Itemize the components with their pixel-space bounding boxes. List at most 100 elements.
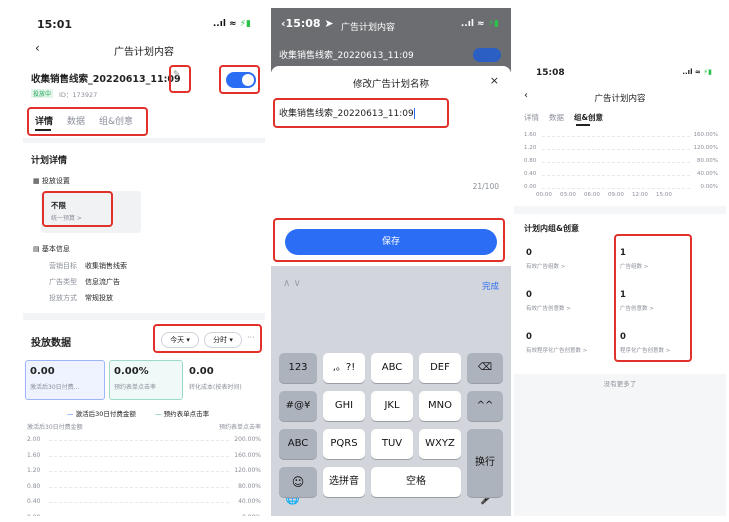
key[interactable]: ABC [279, 429, 317, 459]
right-tick: 80.00% [697, 158, 718, 164]
page-title: 广告计划内容 [114, 47, 174, 58]
right-tick: 120.00% [693, 145, 718, 151]
tab-data[interactable]: 数据 [549, 112, 564, 123]
cell-link[interactable]: 有效广告组数 > [526, 262, 565, 270]
left-tick: 2.00 [27, 436, 41, 443]
key[interactable]: MNO [419, 391, 461, 421]
gridline [49, 440, 229, 441]
phone-screen-detail: 15:01 ..ıl ≈ ⚡▮ ‹ 广告计划内容 收集销售线索_20220613… [23, 8, 265, 516]
info-key-0: 营销目标 [49, 262, 77, 270]
highlight-filters [153, 324, 262, 353]
x-tick: 15:00 [656, 192, 672, 198]
x-tick: 06:00 [584, 192, 600, 198]
metric-label-0: 激活后30日付费... [30, 384, 80, 391]
emoji-key[interactable]: ☺ [279, 467, 317, 497]
left-tick: 1.20 [27, 467, 41, 474]
plan-id: ID：173927 [59, 91, 98, 99]
cell-link[interactable]: 有效程序化广告创意数 > [526, 346, 587, 354]
key[interactable]: ,。?! [323, 353, 365, 383]
key[interactable]: ⌫ [467, 353, 503, 383]
gridline [542, 136, 690, 137]
info-val-1: 信息流广告 [85, 278, 120, 286]
highlight-save [273, 218, 505, 262]
x-tick: 03:00 [560, 192, 576, 198]
gridline [49, 502, 229, 503]
key[interactable]: ^^ [467, 391, 503, 421]
battery-icon: ⚡▮ [703, 68, 712, 76]
tab-detail[interactable]: 详情 [524, 112, 539, 123]
key[interactable]: GHI [323, 391, 365, 421]
data-title: 投放数据 [31, 338, 71, 349]
info-key-1: 广告类型 [49, 278, 77, 286]
cell-link[interactable]: 广告创意数 > [620, 304, 654, 312]
left-axis-title: 激活后30日付费金额 [27, 424, 83, 431]
key[interactable]: WXYZ [419, 429, 461, 459]
status-time: 15:01 [37, 18, 73, 31]
cell-value: 0 [620, 332, 626, 342]
status-badge: 投放中 [31, 89, 54, 98]
char-counter: 21/100 [472, 182, 499, 191]
battery-icon: ⚡▮ [487, 19, 499, 29]
plan-name: 收集销售线索_20220613_11:09 [31, 74, 181, 85]
basic-info-label: ▤ 基本信息 [33, 245, 70, 253]
status-icons: ..ıl ≈ ⚡▮ [682, 68, 712, 76]
key[interactable]: DEF [419, 353, 461, 383]
gridline [542, 188, 690, 189]
info-key-2: 投放方式 [49, 294, 77, 302]
tab-creative[interactable]: 组&创意 [574, 112, 603, 123]
bg-toggle [473, 48, 501, 62]
signal-icon: ..ıl ≈ [682, 68, 701, 76]
highlight-tabs [27, 107, 148, 136]
phone-screen-creative: 15:08 ..ıl ≈ ⚡▮ ‹ 广告计划内容 详情 数据 组&创意 计划内组… [514, 56, 726, 516]
legend-1: — 预约表单点击率 [155, 410, 210, 418]
status-icons: ..ıl ≈ ⚡▮ [461, 19, 499, 29]
right-tick: 40.00% [238, 498, 261, 505]
no-more-text: 没有更多了 [603, 380, 637, 388]
metric-value-1: 0.00% [114, 366, 149, 377]
cell-link[interactable]: 程序化广告创意数 > [620, 346, 670, 354]
right-tick: 160.00% [693, 132, 718, 138]
right-tick: 120.00% [234, 467, 261, 474]
left-tick: 0.80 [27, 482, 41, 490]
close-icon[interactable]: × [490, 74, 499, 87]
metric-label-1: 预约表单点击率 [114, 384, 157, 391]
gridline [49, 471, 229, 472]
status-time: 15:08 [536, 68, 565, 78]
cell-link[interactable]: 广告组数 > [620, 262, 648, 270]
key[interactable]: JKL [371, 391, 413, 421]
gridline [49, 486, 229, 488]
gridline [542, 149, 690, 150]
pinyin-key[interactable]: 选拼音 [323, 467, 365, 497]
right-tick: 200.00% [234, 436, 261, 443]
info-val-2: 常规投放 [85, 294, 113, 302]
cell-value: 0 [526, 290, 532, 300]
enter-key[interactable]: 换行 [467, 429, 503, 497]
metric-value-0: 0.00 [30, 366, 55, 377]
key[interactable]: #@¥ [279, 391, 317, 421]
grid-icon: ▦ [33, 177, 40, 185]
page-title: 广告计划内容 [594, 94, 646, 104]
metric-label-2: 转化成本(按表时间) [189, 384, 242, 391]
right-axis-title: 预约表单点击率 [218, 424, 261, 431]
cell-link[interactable]: 有效广告创意数 > [526, 304, 571, 312]
bg-title: 广告计划内容 [341, 23, 396, 33]
key[interactable]: ABC [371, 353, 413, 383]
keyboard-arrows[interactable]: ∧ ∨ [283, 278, 301, 289]
battery-icon: ⚡▮ [239, 19, 251, 29]
gridline [542, 175, 690, 176]
gridline [49, 455, 229, 457]
info-val-0: 收集销售线索 [85, 262, 127, 270]
chart-card [514, 56, 726, 206]
left-tick: 0.40 [27, 498, 41, 505]
key[interactable]: PQRS [323, 429, 365, 459]
left-tick: 0.80 [524, 158, 537, 164]
done-button[interactable]: 完成 [482, 280, 499, 292]
key[interactable]: 123 [279, 353, 317, 383]
cell-value: 1 [620, 290, 626, 300]
divider [23, 138, 265, 143]
left-tick: 0.00 [524, 184, 537, 190]
doc-icon: ▤ [33, 245, 40, 253]
key[interactable]: TUV [371, 429, 413, 459]
space-key[interactable]: 空格 [371, 467, 461, 497]
phone-screen-rename: ‹15:08 ➤ 广告计划内容 ..ıl ≈ ⚡▮ 收集销售线索_2022061… [271, 8, 511, 516]
